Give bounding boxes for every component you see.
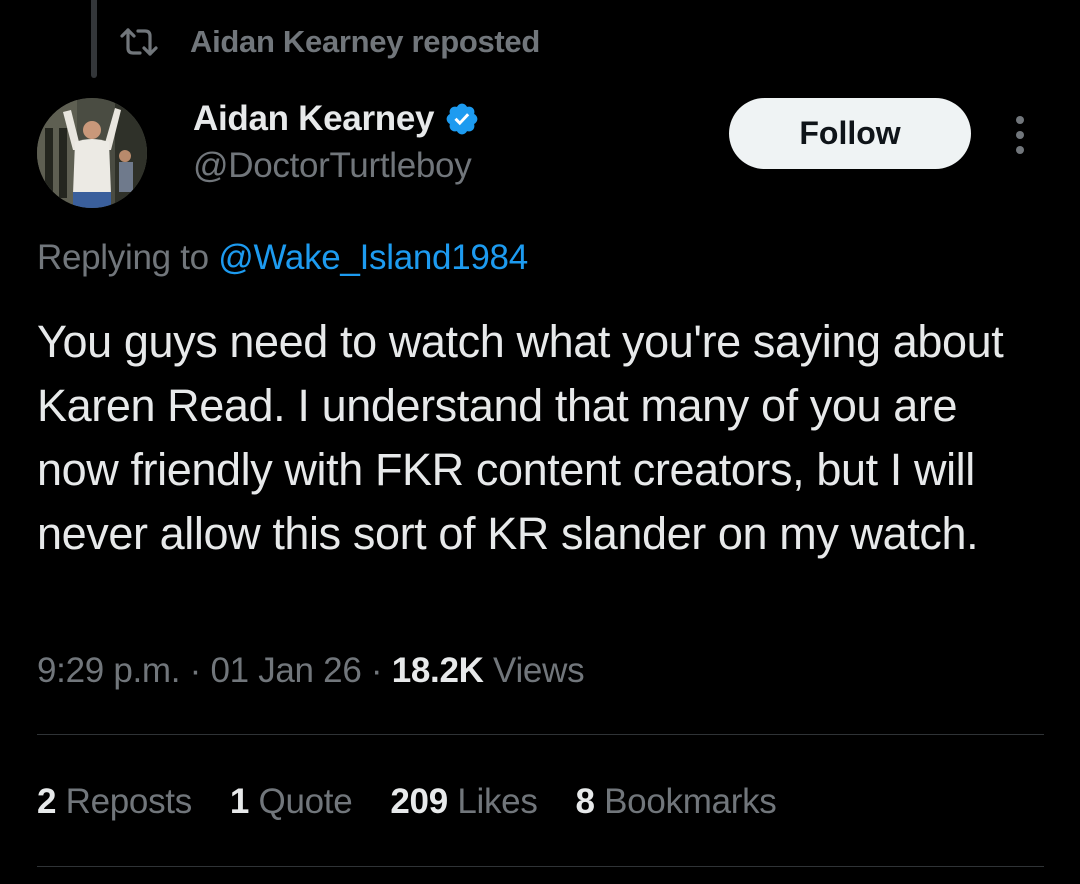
meta-separator: · <box>180 651 211 690</box>
repost-header-text: Aidan Kearney reposted <box>190 24 541 59</box>
bookmarks-stat[interactable]: 8 Bookmarks <box>576 782 777 822</box>
reply-context: Replying to @Wake_Island1984 <box>37 238 528 278</box>
tweet-date[interactable]: 01 Jan 26 <box>210 651 361 690</box>
follow-button[interactable]: Follow <box>729 98 971 169</box>
stat-count: 2 <box>37 782 57 821</box>
thread-connector-line <box>91 0 97 78</box>
stat-label: Quote <box>258 782 353 821</box>
stat-count: 209 <box>390 782 448 821</box>
avatar[interactable] <box>37 98 147 208</box>
tweet-time[interactable]: 9:29 p.m. <box>37 651 181 690</box>
tweet-text: You guys need to watch what you're sayin… <box>37 316 1004 559</box>
views-count: 18.2K <box>391 651 484 690</box>
reply-context-prefix: Replying to <box>37 238 219 277</box>
repost-header: Aidan Kearney reposted <box>118 22 540 62</box>
stat-label: Bookmarks <box>604 782 777 821</box>
engagement-stats: 2 Reposts 1 Quote 209 Likes 8 Bookmarks <box>37 782 815 822</box>
quotes-stat[interactable]: 1 Quote <box>229 782 353 822</box>
author-display-name[interactable]: Aidan Kearney <box>193 99 434 139</box>
meta-separator: · <box>361 651 392 690</box>
stat-label: Reposts <box>65 782 193 821</box>
author-name-row: Aidan Kearney <box>193 96 480 142</box>
stat-count: 8 <box>575 782 595 821</box>
stat-count: 1 <box>229 782 250 821</box>
repost-icon <box>118 26 160 58</box>
likes-stat[interactable]: 209 Likes <box>390 782 537 822</box>
views-label: Views <box>483 651 585 690</box>
more-options-icon[interactable] <box>1002 108 1038 162</box>
stat-label: Likes <box>457 782 538 821</box>
verified-badge-icon[interactable] <box>444 101 480 137</box>
reply-mention-link[interactable]: @Wake_Island1984 <box>218 238 528 277</box>
tweet-meta: 9:29 p.m. · 01 Jan 26 · 18.2K Views <box>37 651 585 691</box>
divider <box>37 866 1044 867</box>
reposts-stat[interactable]: 2 Reposts <box>37 782 192 822</box>
author-handle[interactable]: @DoctorTurtleboy <box>193 146 472 186</box>
divider <box>37 734 1044 735</box>
